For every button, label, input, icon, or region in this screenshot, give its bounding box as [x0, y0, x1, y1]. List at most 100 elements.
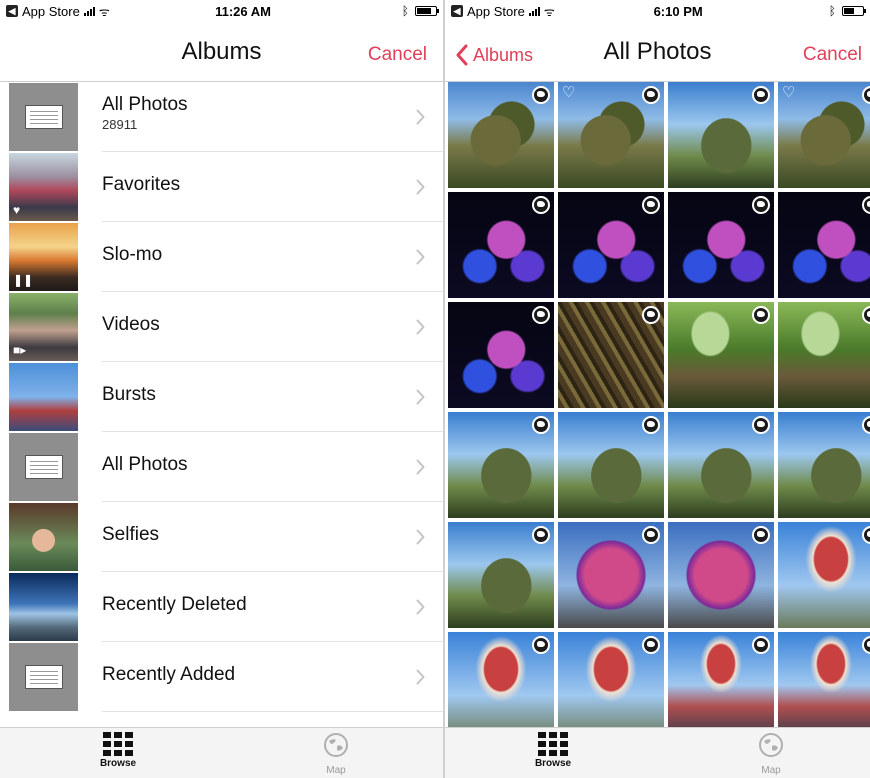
photo-thumbnail[interactable] — [448, 82, 554, 188]
album-row[interactable]: ❚❚ Slo-mo — [0, 222, 443, 292]
back-to-app-icon[interactable]: ◀ — [451, 5, 463, 17]
globe-icon — [862, 86, 870, 104]
photo-thumbnail[interactable] — [668, 302, 774, 408]
globe-icon — [532, 306, 550, 324]
album-thumbnail — [9, 363, 78, 431]
globe-icon — [862, 416, 870, 434]
album-thumbnail — [9, 643, 78, 711]
photo-thumbnail[interactable] — [778, 522, 870, 628]
photo-thumbnail[interactable] — [668, 412, 774, 518]
photo-thumbnail[interactable] — [668, 522, 774, 628]
globe-icon — [752, 416, 770, 434]
photo-thumbnail[interactable] — [778, 412, 870, 518]
photo-thumbnail[interactable] — [448, 412, 554, 518]
status-bar: ◀ App Store ᯤ 11:26 AM ᛒ — [0, 0, 443, 22]
globe-icon — [642, 196, 660, 214]
globe-icon — [752, 636, 770, 654]
photo-thumbnail[interactable] — [778, 632, 870, 727]
nav-bar: Albums All Photos Cancel — [445, 22, 870, 82]
album-name: Recently Added — [102, 664, 236, 685]
album-text: Bursts — [102, 384, 156, 406]
photo-thumbnail[interactable] — [558, 412, 664, 518]
album-row[interactable]: Bursts — [0, 362, 443, 432]
album-row[interactable]: ♥ Favorites — [0, 152, 443, 222]
photo-thumbnail[interactable] — [448, 632, 554, 727]
album-text: Selfies — [102, 524, 159, 546]
album-name: Selfies — [102, 524, 160, 545]
status-bar: ◀ App Store ᯤ 6:10 PM ᛒ — [445, 0, 870, 22]
album-name: Recently Deleted — [102, 594, 247, 615]
status-time: 11:26 AM — [215, 3, 271, 19]
globe-icon — [862, 196, 870, 214]
tab-browse[interactable]: Browse — [493, 732, 613, 769]
tab-map[interactable]: Map — [711, 732, 831, 776]
tab-map-label: Map — [326, 765, 346, 776]
globe-icon — [532, 636, 550, 654]
tab-browse-label: Browse — [99, 758, 137, 769]
photo-thumbnail[interactable] — [778, 302, 870, 408]
bluetooth-icon: ᛒ — [828, 4, 836, 18]
back-to-app-icon[interactable]: ◀ — [6, 5, 18, 17]
tab-bar: Browse Map — [0, 727, 443, 778]
grid-icon — [538, 732, 568, 756]
album-row[interactable]: ■▸ Videos — [0, 292, 443, 362]
album-thumbnail: ♥ — [9, 153, 78, 221]
album-name: Bursts — [102, 384, 156, 405]
album-text: All Photos 28911 — [102, 94, 188, 132]
globe-icon — [532, 526, 550, 544]
album-row[interactable]: All Photos — [0, 432, 443, 502]
photo-thumbnail[interactable] — [558, 632, 664, 727]
photo-thumbnail[interactable] — [448, 522, 554, 628]
album-text: Favorites — [102, 174, 180, 196]
chevron-right-icon — [416, 669, 425, 685]
photo-grid: ♡ ♡ — [445, 82, 870, 727]
wifi-icon: ᯤ — [543, 4, 555, 19]
globe-icon — [752, 86, 770, 104]
row-separator — [102, 711, 443, 712]
nav-bar: Albums Cancel — [0, 22, 443, 82]
globe-icon — [862, 526, 870, 544]
chevron-right-icon — [416, 179, 425, 195]
status-carrier[interactable]: App Store — [467, 4, 525, 19]
album-name: Slo-mo — [102, 244, 163, 265]
cancel-button[interactable]: Cancel — [368, 44, 427, 66]
photo-thumbnail[interactable] — [558, 522, 664, 628]
photo-thumbnail[interactable]: ♡ — [558, 82, 664, 188]
tab-map[interactable]: Map — [276, 732, 396, 776]
album-text: Videos — [102, 314, 160, 336]
cancel-button[interactable]: Cancel — [803, 44, 862, 66]
album-thumbnail: ❚❚ — [9, 223, 78, 291]
globe-icon — [752, 196, 770, 214]
heart-icon: ♡ — [562, 84, 576, 101]
album-row[interactable]: Selfies — [0, 502, 443, 572]
photo-thumbnail[interactable] — [778, 192, 870, 298]
globe-icon — [642, 416, 660, 434]
albums-screen: ◀ App Store ᯤ 11:26 AM ᛒ Albums Cancel A… — [0, 0, 443, 778]
globe-icon — [642, 86, 660, 104]
photo-thumbnail[interactable] — [448, 192, 554, 298]
status-carrier[interactable]: App Store — [22, 4, 80, 19]
album-thumbnail: ■▸ — [9, 293, 78, 361]
album-row[interactable]: Recently Added — [0, 642, 443, 712]
album-name: Favorites — [102, 174, 181, 195]
globe-icon — [862, 636, 870, 654]
album-text: Slo-mo — [102, 244, 162, 266]
tab-browse[interactable]: Browse — [58, 732, 178, 769]
photo-thumbnail[interactable] — [558, 192, 664, 298]
chevron-right-icon — [416, 599, 425, 615]
tab-bar: Browse Map — [445, 727, 870, 778]
tab-map-label: Map — [761, 765, 781, 776]
heart-icon: ♡ — [782, 84, 796, 101]
album-list: All Photos 28911 ♥ Favorites ❚❚ Slo-mo ■▸ Video… — [0, 82, 443, 727]
photo-thumbnail[interactable]: ♡ — [778, 82, 870, 188]
globe-icon — [642, 526, 660, 544]
globe-icon — [752, 306, 770, 324]
photo-thumbnail[interactable] — [558, 302, 664, 408]
photo-thumbnail[interactable] — [668, 192, 774, 298]
album-row[interactable]: Recently Deleted — [0, 572, 443, 642]
album-row[interactable]: All Photos 28911 — [0, 82, 443, 152]
album-count: 28911 — [102, 117, 138, 132]
photo-thumbnail[interactable] — [668, 632, 774, 727]
photo-thumbnail[interactable] — [668, 82, 774, 188]
photo-thumbnail[interactable] — [448, 302, 554, 408]
